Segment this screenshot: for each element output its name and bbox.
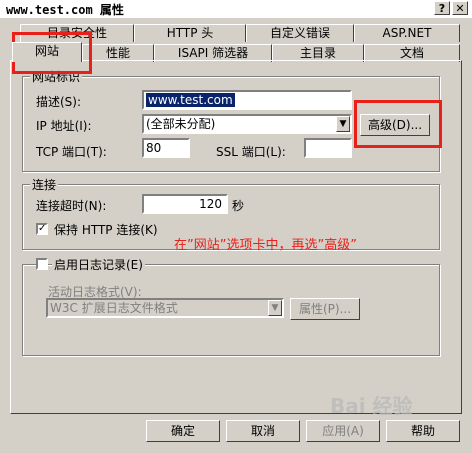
chevron-down-icon[interactable]: ▼ — [336, 116, 350, 132]
window-title: www.test.com 属性 — [6, 3, 124, 17]
title-bar: www.test.com 属性 ? ✕ — [0, 0, 472, 18]
close-icon[interactable]: ✕ — [452, 1, 468, 15]
tab-aspnet[interactable]: ASP.NET — [354, 24, 460, 42]
log-format-chevron-down-icon[interactable]: ▼ — [268, 300, 282, 316]
enable-logging-label: 启用日志记录(E) — [52, 256, 145, 273]
help-icon[interactable]: ? — [434, 1, 450, 15]
ok-button[interactable]: 确定 — [146, 420, 220, 442]
ssl-port-input[interactable] — [304, 138, 352, 158]
tab-website[interactable]: 网站 — [12, 42, 82, 62]
keepalive-checkbox[interactable]: ✓ — [36, 223, 48, 235]
advanced-button[interactable]: 高级(D)... — [360, 114, 430, 136]
ip-address-label: IP 地址(I): — [36, 119, 92, 133]
cancel-button[interactable]: 取消 — [226, 420, 300, 442]
watermark: Bai 经验 — [330, 394, 413, 418]
ip-address-value: (全部未分配) — [146, 117, 216, 131]
ssl-port-label: SSL 端口(L): — [216, 145, 286, 159]
timeout-unit: 秒 — [232, 199, 245, 213]
description-value: www.test.com — [146, 93, 235, 107]
log-format-value: W3C 扩展日志文件格式 — [50, 301, 178, 315]
help-button[interactable]: 帮助 — [386, 420, 460, 442]
tcp-port-input[interactable]: 80 — [142, 138, 190, 158]
apply-button[interactable]: 应用(A) — [306, 420, 380, 442]
properties-dialog: www.test.com 属性 ? ✕ 目录安全性 HTTP 头 自定义错误 A… — [0, 0, 472, 453]
description-input[interactable]: www.test.com — [142, 90, 352, 110]
log-format-select[interactable]: W3C 扩展日志文件格式 — [46, 298, 284, 318]
tab-http-headers[interactable]: HTTP 头 — [134, 24, 246, 42]
timeout-input[interactable]: 120 — [142, 194, 228, 214]
connection-group-label: 连接 — [30, 176, 59, 193]
timeout-label: 连接超时(N): — [36, 199, 107, 213]
properties-button[interactable]: 属性(P)... — [290, 298, 360, 320]
enable-logging-checkbox[interactable] — [36, 258, 48, 270]
ip-address-select[interactable]: (全部未分配) — [142, 114, 352, 134]
description-label: 描述(S): — [36, 95, 82, 109]
annotation-text: 在”网站”选项卡中，再选”高级” — [174, 238, 357, 253]
keepalive-label: 保持 HTTP 连接(K) — [54, 223, 158, 237]
tcp-port-label: TCP 端口(T): — [36, 145, 107, 159]
tab-custom-errors[interactable]: 自定义错误 — [246, 24, 354, 42]
website-id-group-label: 网站标识 — [30, 68, 83, 85]
tab-directory-security[interactable]: 目录安全性 — [20, 24, 134, 42]
